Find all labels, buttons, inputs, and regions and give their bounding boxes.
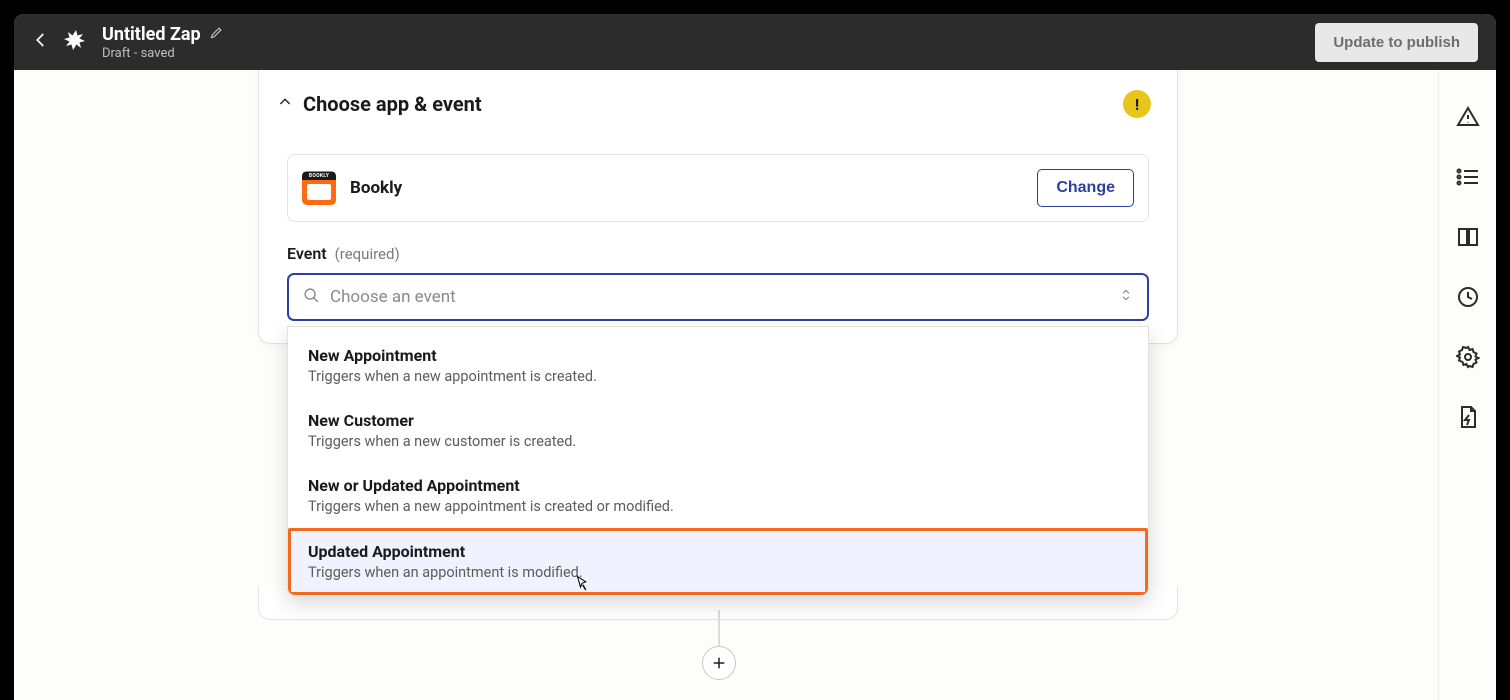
sort-icon: [1119, 286, 1133, 308]
back-icon[interactable]: [32, 31, 50, 53]
event-option-title: New Customer: [308, 411, 1128, 430]
gear-icon[interactable]: [1455, 344, 1481, 370]
section-title: Choose app & event: [303, 92, 482, 116]
event-field-required: (required): [335, 245, 400, 263]
right-rail: [1438, 70, 1496, 700]
add-step-button[interactable]: [702, 646, 736, 680]
event-select-input[interactable]: Choose an event: [287, 273, 1149, 321]
event-option-title: New or Updated Appointment: [308, 476, 1128, 495]
change-app-button[interactable]: Change: [1037, 169, 1134, 207]
event-option[interactable]: New Appointment Triggers when a new appo…: [288, 333, 1148, 398]
app-name: Bookly: [350, 178, 402, 198]
event-dropdown: New Appointment Triggers when a new appo…: [287, 326, 1149, 596]
event-option-desc: Triggers when an appointment is modified…: [308, 564, 1128, 581]
chevron-up-icon[interactable]: [277, 94, 293, 114]
file-bolt-icon[interactable]: [1455, 404, 1481, 430]
zapier-logo-icon: [64, 28, 88, 56]
event-field-label: Event: [287, 244, 327, 263]
event-option-highlighted[interactable]: Updated Appointment Triggers when an app…: [288, 528, 1148, 595]
list-icon[interactable]: [1455, 164, 1481, 190]
event-option[interactable]: New Customer Triggers when a new custome…: [288, 398, 1148, 463]
trigger-step-card: Choose app & event ! Bookly Change Event…: [258, 70, 1178, 344]
connector-line: [718, 610, 720, 650]
edit-title-icon[interactable]: [209, 25, 224, 44]
bookly-app-icon: [302, 171, 336, 205]
event-option[interactable]: New or Updated Appointment Triggers when…: [288, 463, 1148, 528]
event-option-desc: Triggers when a new appointment is creat…: [308, 498, 1128, 515]
zap-title[interactable]: Untitled Zap: [102, 24, 201, 45]
selected-app-row: Bookly Change: [287, 154, 1149, 222]
zap-status: Draft - saved: [102, 46, 224, 61]
book-icon[interactable]: [1455, 224, 1481, 250]
alert-icon[interactable]: [1455, 104, 1481, 130]
publish-button[interactable]: Update to publish: [1315, 23, 1478, 62]
event-select-placeholder: Choose an event: [330, 287, 1109, 307]
search-icon: [303, 287, 320, 308]
event-option-desc: Triggers when a new appointment is creat…: [308, 368, 1128, 385]
event-option-title: New Appointment: [308, 346, 1128, 365]
event-option-desc: Triggers when a new customer is created.: [308, 433, 1128, 450]
clock-icon[interactable]: [1455, 284, 1481, 310]
warning-badge-icon: !: [1123, 90, 1151, 118]
event-option-title: Updated Appointment: [308, 542, 1128, 561]
